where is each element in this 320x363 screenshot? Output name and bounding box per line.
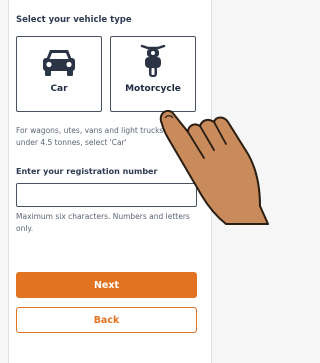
back-button[interactable]: Back [16,307,197,333]
registration-label: Enter your registration number [16,167,158,176]
car-option-card[interactable]: Car [16,36,102,112]
pointing-hand-icon [148,88,274,232]
car-icon [41,47,77,81]
motorcycle-icon [139,42,167,82]
vehicle-type-heading: Select your vehicle type [16,15,132,25]
car-option-label: Car [50,84,68,94]
next-button[interactable]: Next [16,272,197,298]
screen: Select your vehicle type Car Motorcycle … [0,0,274,363]
